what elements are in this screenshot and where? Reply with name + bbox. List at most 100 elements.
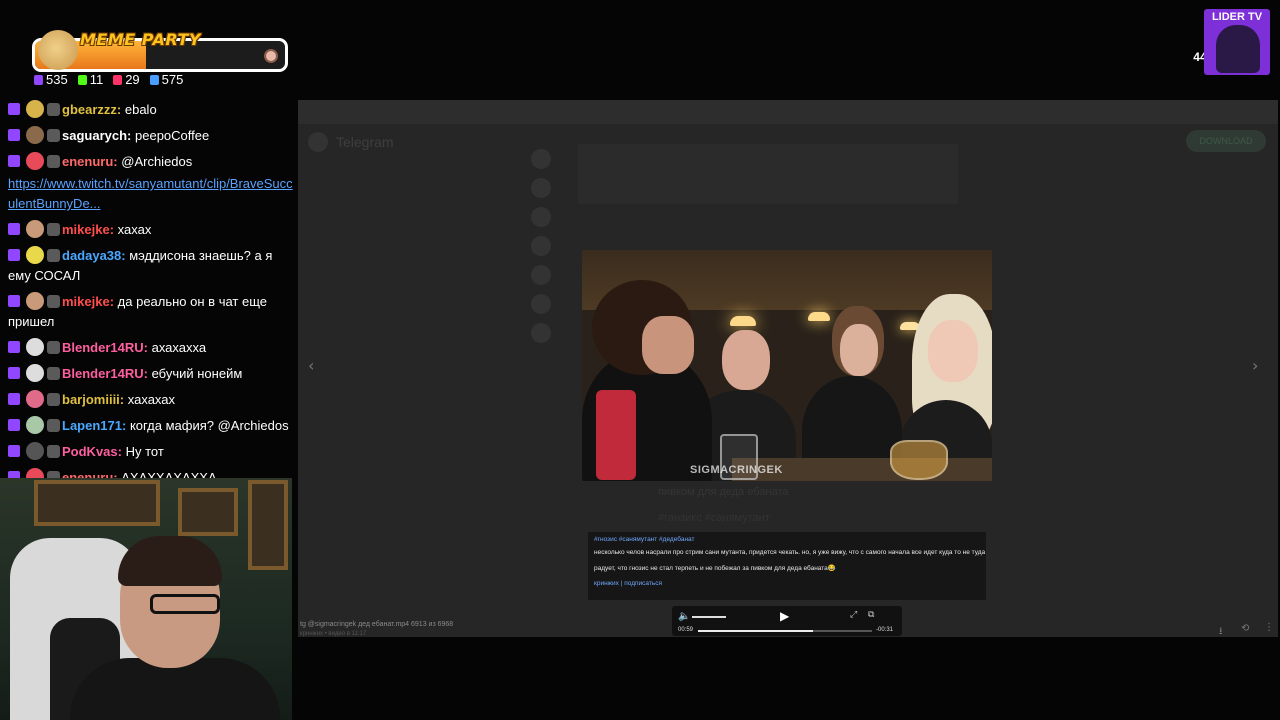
folder-icon[interactable] — [531, 207, 551, 227]
caption-links[interactable]: кринжих | подписаться — [594, 580, 980, 587]
avatar — [26, 292, 44, 310]
chat-message: mikejke: хахах — [8, 220, 296, 240]
username-separator: : — [117, 444, 126, 459]
streamer-logo-text: LIDER TV — [1211, 11, 1263, 23]
caption-line: несколько челов насрали про стрим сани м… — [594, 549, 986, 556]
chat-username[interactable]: mikejke — [62, 294, 110, 309]
meme-party-title: MEME PARTY — [80, 30, 202, 49]
vk-live-icon — [113, 74, 123, 85]
caption-line: радует, что гнозис не стал терпеть и не … — [594, 565, 836, 572]
twitch-icon — [8, 341, 20, 353]
streamer-avatar-icon — [1216, 25, 1260, 73]
coin-icon — [264, 49, 278, 63]
chat-header-dimmed — [578, 144, 958, 204]
username-separator: : — [121, 418, 130, 433]
twitch-icon — [8, 419, 20, 431]
chat-message: saguarych: peepoCoffee — [8, 126, 296, 146]
glasses-icon — [150, 594, 220, 614]
chat-text: ебучий нонейм — [151, 366, 243, 381]
chat-username[interactable]: Blender14RU — [62, 340, 144, 355]
username-separator: : — [143, 366, 152, 381]
avatar — [26, 220, 44, 238]
twitch-icon — [8, 249, 20, 261]
media-caption: #гнозис #санямутант #дедебанат несколько… — [588, 532, 986, 600]
folder-icon[interactable] — [531, 149, 551, 169]
chat-username[interactable]: PodKvas — [62, 444, 118, 459]
play-icon[interactable]: ▶ — [780, 609, 789, 623]
viewer-stats: 535 11 29 575 — [34, 72, 183, 87]
twitch-icon — [8, 445, 20, 457]
volume-icon[interactable]: 🔈 — [678, 611, 690, 622]
chat-username[interactable]: barjomiiii — [62, 392, 120, 407]
picture-in-picture-icon[interactable]: ⧉ — [868, 610, 874, 620]
chat-username[interactable]: Blender14RU — [62, 366, 144, 381]
username-separator: : — [109, 222, 118, 237]
rotate-icon[interactable]: ⟲ — [1241, 623, 1249, 634]
media-file-info: tg @sigmacringek дед ебанат.mp4 6913 из … — [300, 621, 454, 628]
chat-username[interactable]: dadaya38 — [62, 248, 121, 263]
seek-bar-progress — [698, 630, 813, 632]
chat-message: PodKvas: Ну тот — [8, 442, 296, 462]
more-icon[interactable]: ⋮ — [1264, 622, 1274, 633]
telegram-title: Telegram — [336, 134, 394, 150]
avatar — [26, 442, 44, 460]
avatar — [26, 390, 44, 408]
chat-message: gbearzzz: ebalo — [8, 100, 296, 120]
badge-icon — [47, 445, 60, 458]
person-face — [642, 316, 694, 374]
chat-username[interactable]: Lapen171 — [62, 418, 122, 433]
lamp-icon — [808, 312, 830, 321]
avatar — [26, 126, 44, 144]
person-face — [928, 320, 978, 382]
chat-username[interactable]: gbearzzz — [62, 102, 117, 117]
twitch-icon — [8, 295, 20, 307]
avatar — [26, 416, 44, 434]
volume-slider[interactable] — [692, 616, 726, 618]
fullscreen-icon[interactable]: ⤢ — [850, 610, 857, 620]
chat-username[interactable]: enenuru — [62, 154, 113, 169]
twitch-icon — [8, 367, 20, 379]
kick-icon — [77, 74, 87, 85]
seek-bar[interactable] — [698, 630, 872, 632]
stat-value: 575 — [161, 72, 184, 87]
caption-hashtags[interactable]: #гнозис #санямутант #дедебанат — [594, 536, 980, 543]
twitch-icon — [34, 74, 43, 85]
twitch-icon — [8, 103, 20, 115]
username-separator: : — [143, 340, 152, 355]
avatar — [26, 338, 44, 356]
badge-icon — [47, 419, 60, 432]
current-time: 00:59 — [678, 627, 694, 633]
media-viewer-image[interactable]: SIGMACRINGEK — [582, 250, 992, 481]
username-separator: : — [116, 102, 125, 117]
remaining-time: -00:31 — [876, 627, 894, 633]
painting-frame — [34, 480, 160, 526]
webcam-feed — [0, 478, 292, 720]
stat-value: 11 — [89, 72, 104, 87]
twitch-icon — [8, 223, 20, 235]
clip-link[interactable]: https://www.twitch.tv/sanyamutant/clip/B… — [8, 176, 293, 211]
chat-message: Blender14RU: ахахахха — [8, 338, 296, 358]
next-media-icon[interactable]: › — [1252, 356, 1258, 375]
folder-icon[interactable] — [531, 178, 551, 198]
chat-message: dadaya38: мэддисона знаешь? а я ему СОСА… — [8, 246, 296, 286]
chat-username[interactable]: saguarych — [62, 128, 127, 143]
folder-icon[interactable] — [531, 236, 551, 256]
chat-message: Lapen171: когда мафия? @Archiedos — [8, 416, 296, 436]
video-player-controls: 🔈 ▶ ⤢ ⧉ 00:59 -00:31 — [672, 606, 902, 636]
folder-icon[interactable] — [531, 265, 551, 285]
chat-link: https://www.twitch.tv/sanyamutant/clip/B… — [8, 174, 296, 214]
stat-item: 575 — [149, 72, 184, 87]
chat-username[interactable]: mikejke — [62, 222, 110, 237]
folder-icon[interactable] — [531, 294, 551, 314]
previous-media-icon[interactable]: ‹ — [308, 356, 314, 375]
stream-screen: MEME PARTY 442 / 1000 5351129575 LIDER T… — [0, 0, 1280, 720]
chat-text: ахахахха — [151, 340, 207, 355]
download-app-button[interactable]: DOWNLOAD — [1186, 130, 1266, 152]
folder-icon[interactable] — [531, 323, 551, 343]
doge-icon — [38, 30, 78, 70]
chat-message: barjomiiii: хахахах — [8, 390, 296, 410]
image-watermark: SIGMACRINGEK — [690, 464, 783, 476]
stat-value: 29 — [125, 72, 140, 87]
badge-icon — [47, 249, 60, 262]
download-icon[interactable]: ⭳ — [1219, 624, 1223, 641]
